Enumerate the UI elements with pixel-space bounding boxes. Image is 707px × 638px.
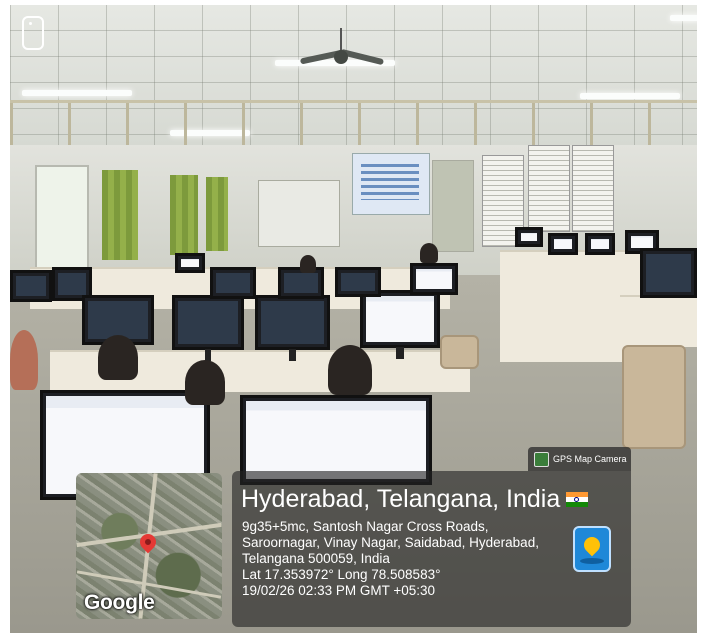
wall-poster (528, 145, 570, 232)
door (432, 160, 474, 252)
location-camera-icon (573, 526, 611, 572)
curtain (170, 175, 198, 255)
ceiling-fan (299, 28, 385, 66)
student (420, 243, 438, 263)
address-line: Saroornagar, Vinay Nagar, Saidabad, Hyde… (242, 535, 539, 550)
monitor (10, 270, 52, 302)
monitor (210, 267, 256, 299)
ceiling-light (670, 15, 697, 21)
monitor (175, 253, 205, 273)
student (185, 360, 225, 405)
student (300, 255, 316, 273)
google-logo: Google (84, 591, 155, 614)
location-title: Hyderabad, Telangana, India (241, 485, 589, 514)
student (328, 345, 372, 395)
monitor (360, 290, 440, 359)
gps-app-tag: GPS Map Camera (528, 447, 631, 471)
coordinates: Lat 17.353972° Long 78.508583° (242, 567, 441, 582)
mezzanine-railing (10, 100, 697, 148)
ceiling-light (580, 93, 680, 99)
monitor (410, 263, 458, 295)
chair (622, 345, 686, 449)
address-line: Telangana 500059, India (242, 551, 390, 566)
monitor (255, 295, 330, 361)
projector-screen (352, 153, 430, 215)
monitor (515, 227, 543, 247)
whiteboard (258, 180, 340, 247)
camera-app-icon (534, 451, 549, 467)
chair (440, 335, 479, 369)
india-flag-icon (566, 492, 589, 507)
phone-frame-icon (22, 16, 44, 50)
desk-row (620, 295, 697, 347)
student (98, 335, 138, 380)
ceiling-light (22, 90, 132, 96)
monitor (548, 233, 578, 255)
address-block: 9g35+5mc, Santosh Nagar Cross Roads, Sar… (242, 519, 562, 599)
timestamp: 19/02/26 02:33 PM GMT +05:30 (242, 583, 436, 598)
monitor (172, 295, 244, 361)
monitor (640, 248, 697, 298)
curtain (102, 170, 138, 260)
location-title-text: Hyderabad, Telangana, India (241, 485, 561, 513)
address-line: 9g35+5mc, Santosh Nagar Cross Roads, (242, 519, 489, 534)
student (10, 330, 38, 390)
monitor (335, 267, 381, 297)
window (35, 165, 89, 279)
monitor (585, 233, 615, 255)
curtain (206, 177, 228, 251)
gps-app-label: GPS Map Camera (553, 454, 627, 464)
wall-poster (572, 145, 614, 232)
